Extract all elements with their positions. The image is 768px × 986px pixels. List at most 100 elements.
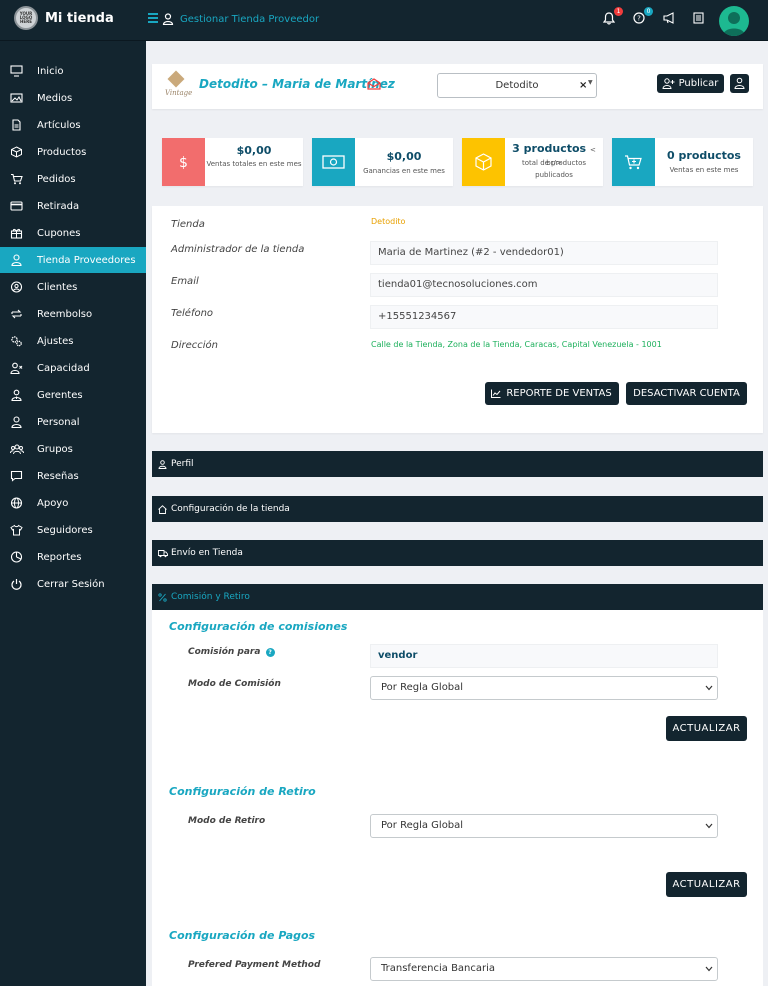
clear-selection-button[interactable]: × (579, 74, 587, 97)
withdrawal-mode-select[interactable]: Por Regla Global (370, 814, 718, 838)
email-field: tienda01@tecnosoluciones.com (370, 273, 718, 297)
manage-store-link[interactable]: Gestionar Tienda Proveedor (180, 14, 319, 25)
image-icon (10, 93, 23, 103)
sales-report-button[interactable]: REPORTE DE VENTAS (485, 382, 619, 405)
sidebar-item-seguidores[interactable]: Seguidores (0, 517, 146, 543)
sidebar-item-label: Gerentes (37, 389, 83, 401)
sidebar-item-reembolso[interactable]: Reembolso (0, 301, 146, 327)
stat-card-products: 3 productos < br/> total de productos pu… (462, 138, 603, 186)
sidebar-item-personal[interactable]: Personal (0, 409, 146, 435)
sidebar-item-productos[interactable]: Productos (0, 139, 146, 165)
sidebar-item-cerrar-sesion[interactable]: Cerrar Sesión (0, 571, 146, 597)
publish-button[interactable]: Publicar (657, 74, 724, 93)
brand[interactable]: YOUR LOGO HERE Mi tienda (14, 6, 114, 30)
gift-icon (10, 228, 23, 239)
stat-card-earnings: $0,00 Ganancias en este mes (312, 138, 453, 186)
sidebar-item-label: Clientes (37, 281, 78, 293)
user-icon (158, 459, 167, 469)
percent-icon (158, 592, 167, 602)
sidebar-item-apoyo[interactable]: Apoyo (0, 490, 146, 516)
sidebar-item-capacidad[interactable]: Capacidad (0, 355, 146, 381)
accordion-comision[interactable]: Comisión y Retiro (152, 584, 763, 610)
globe-icon (10, 497, 23, 509)
sidebar-item-label: Capacidad (37, 362, 90, 374)
email-label: Email (171, 276, 199, 287)
sidebar-item-articulos[interactable]: Artículos (0, 112, 146, 138)
commission-mode-label: Modo de Comisión (188, 679, 281, 689)
sidebar-item-clientes[interactable]: Clientes (0, 274, 146, 300)
sidebar-item-inicio[interactable]: Inicio (0, 58, 146, 84)
pie-chart-icon (10, 551, 23, 563)
sidebar-item-label: Seguidores (37, 524, 93, 536)
sidebar-item-label: Retirada (37, 200, 80, 212)
store-select[interactable]: Detodito × ▼ (437, 73, 597, 98)
sidebar-item-retirada[interactable]: Retirada (0, 193, 146, 219)
user-profile-button[interactable] (730, 74, 749, 93)
clipboard-icon[interactable] (693, 12, 707, 26)
hamburger-menu-icon[interactable] (148, 13, 158, 23)
sidebar-item-reportes[interactable]: Reportes (0, 544, 146, 570)
stat-value: $0,00 (236, 144, 272, 157)
payments-section-title: Configuración de Pagos (169, 929, 316, 942)
sidebar-item-gerentes[interactable]: Gerentes (0, 382, 146, 408)
power-icon (11, 579, 22, 590)
stat-card-sales-count: 0 productos Ventas en este mes (612, 138, 753, 186)
sidebar-item-resenas[interactable]: Reseñas (0, 463, 146, 489)
sidebar-item-label: Ajustes (37, 335, 74, 347)
sidebar-item-cupones[interactable]: Cupones (0, 220, 146, 246)
store-label: Tienda (171, 219, 205, 230)
credit-card-icon (10, 201, 23, 211)
sidebar-item-label: Cerrar Sesión (37, 578, 105, 590)
user-outline-icon (11, 416, 22, 428)
brand-name: Mi tienda (45, 10, 114, 26)
help-badge: 0 (644, 7, 653, 16)
accordion-perfil[interactable]: Perfil (152, 451, 763, 477)
sidebar-item-medios[interactable]: Medios (0, 85, 146, 111)
store-name-value: Detodito (371, 217, 406, 226)
sidebar-item-label: Personal (37, 416, 80, 428)
document-icon (12, 119, 21, 131)
sidebar-item-label: Reembolso (37, 308, 93, 320)
sidebar-item-grupos[interactable]: Grupos (0, 436, 146, 462)
sidebar-item-tienda-proveedores[interactable]: Tienda Proveedores (0, 247, 146, 273)
sidebar-item-label: Medios (37, 92, 73, 104)
sidebar-item-pedidos[interactable]: Pedidos (0, 166, 146, 192)
admin-field: Maria de Martinez (#2 - vendedor01) (370, 241, 718, 265)
commission-mode-select[interactable]: Por Regla Global (370, 676, 718, 700)
sidebar-item-label: Artículos (37, 119, 81, 131)
tshirt-icon (10, 524, 23, 536)
update-commission-button[interactable]: ACTUALIZAR (666, 716, 747, 741)
payment-method-select[interactable]: Transferencia Bancaria (370, 957, 718, 981)
help-icon[interactable]: ? 0 (633, 7, 653, 26)
user-circle-icon (10, 281, 23, 293)
box-icon (11, 146, 22, 158)
gears-icon (11, 336, 22, 347)
svg-text:$: $ (179, 155, 188, 171)
admin-label: Administrador de la tienda (171, 244, 305, 255)
envelope-open-icon[interactable] (367, 78, 381, 90)
update-withdrawal-button[interactable]: ACTUALIZAR (666, 872, 747, 897)
phone-label: Teléfono (171, 308, 214, 319)
user-avatar[interactable] (719, 6, 749, 36)
store-info-panel: Tienda Detodito Administrador de la tien… (152, 206, 763, 433)
stat-label: Ganancias en este mes (363, 167, 445, 175)
user-plus-icon (662, 78, 675, 89)
commission-for-label: Comisión para ? (188, 647, 275, 657)
info-icon[interactable]: ? (265, 648, 275, 657)
users-icon (10, 444, 24, 455)
home-icon (158, 504, 167, 514)
sidebar-item-label: Reseñas (37, 470, 79, 482)
address-value: Calle de la Tienda, Zona de la Tienda, C… (371, 340, 662, 349)
notifications-bell-icon[interactable]: 1 (602, 7, 623, 26)
megaphone-icon[interactable] (663, 12, 677, 26)
deactivate-account-button[interactable]: DESACTIVAR CUENTA (626, 382, 747, 405)
accordion-envio[interactable]: Envío en Tienda (152, 540, 763, 566)
sidebar-item-ajustes[interactable]: Ajustes (0, 328, 146, 354)
dropdown-caret-icon[interactable]: ▼ (588, 71, 593, 94)
sidebar-item-label: Reportes (37, 551, 82, 563)
stat-card-sales: $ $0,00 Ventas totales en este mes (162, 138, 303, 186)
line-chart-icon (491, 389, 501, 398)
phone-field: +15551234567 (370, 305, 718, 329)
accordion-config-tienda[interactable]: Configuración de la tienda (152, 496, 763, 522)
commission-withdrawal-panel: Configuración de comisiones Comisión par… (152, 610, 763, 986)
